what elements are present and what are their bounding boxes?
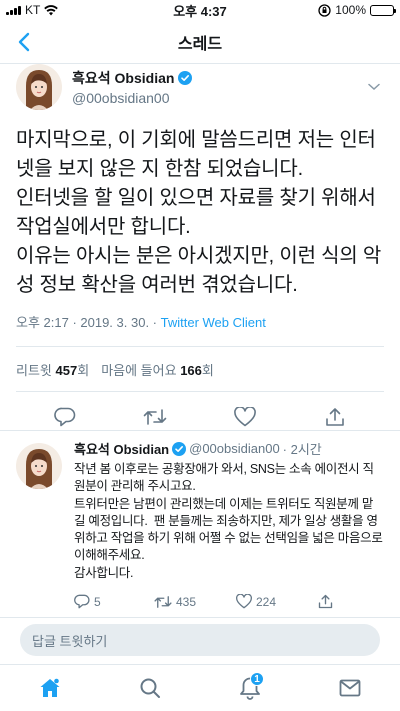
- tweet-stats: 리트윗 457회 마음에 들어요 166회: [0, 347, 400, 391]
- like-count: 224: [256, 594, 277, 609]
- back-button[interactable]: [10, 28, 38, 56]
- reply-reply-button[interactable]: 5: [74, 594, 154, 609]
- navigation-bar: 스레드: [0, 20, 400, 64]
- reply-icon: [54, 407, 76, 427]
- tab-notifications[interactable]: 1: [230, 668, 270, 708]
- page-title: 스레드: [177, 35, 223, 53]
- avatar[interactable]: [16, 64, 62, 110]
- reply-retweet-button[interactable]: 435: [154, 595, 236, 609]
- reply-tweet[interactable]: 흑요석 Obsidian @00obsidian00 · 2시간 작년 봄 이후…: [0, 430, 400, 618]
- tweet-author: 흑요석 Obsidian @00obsidian00: [0, 64, 400, 110]
- retweets-label: 리트윗: [16, 362, 52, 378]
- share-icon: [318, 594, 333, 609]
- retweet-icon: [143, 409, 167, 425]
- verified-badge-icon: [178, 71, 193, 85]
- likes-label: 마음에 들어요: [101, 362, 177, 378]
- username[interactable]: @00obsidian00: [189, 441, 280, 456]
- retweet-count: 435: [176, 594, 197, 609]
- reply-like-button[interactable]: 224: [236, 594, 318, 609]
- tweet-options-button[interactable]: [364, 77, 384, 97]
- timestamp-text: 오후 2:17 · 2019. 3. 30. ·: [16, 315, 161, 330]
- battery-percent: 100%: [335, 3, 366, 17]
- display-name[interactable]: 흑요석 Obsidian: [74, 439, 169, 458]
- retweets-count: 457: [55, 362, 78, 378]
- retweet-icon: [154, 595, 172, 608]
- display-name[interactable]: 흑요석 Obsidian: [72, 68, 174, 88]
- tab-bar: 1: [0, 664, 400, 711]
- reply-time: · 2시간: [282, 442, 322, 457]
- username[interactable]: @00obsidian00: [72, 90, 364, 106]
- signal-icon: [6, 5, 21, 15]
- reply-placeholder: 답글 트윗하기: [32, 633, 108, 649]
- like-button[interactable]: [230, 402, 260, 432]
- chevron-left-icon: [18, 32, 30, 52]
- heart-icon: [234, 407, 256, 427]
- search-icon: [140, 678, 160, 698]
- status-bar: KT 오후 4:37 100%: [0, 0, 400, 20]
- tweet-timestamp: 오후 2:17 · 2019. 3. 30. · Twitter Web Cli…: [0, 314, 400, 332]
- share-icon: [326, 408, 344, 426]
- avatar[interactable]: [16, 443, 62, 489]
- notification-badge: 1: [250, 672, 264, 686]
- home-icon: [40, 678, 60, 697]
- verified-badge-icon: [172, 441, 187, 456]
- wifi-icon: [44, 4, 59, 15]
- tab-home[interactable]: [30, 668, 70, 708]
- likes-count: 166: [180, 362, 202, 378]
- chevron-down-icon: [368, 83, 380, 91]
- share-button[interactable]: [320, 402, 350, 432]
- client-link[interactable]: Twitter Web Client: [161, 315, 266, 330]
- reply-input[interactable]: 답글 트윗하기: [20, 624, 380, 656]
- retweets-stat[interactable]: 리트윗 457회: [16, 360, 89, 379]
- reply-actions: 5 435 224: [74, 594, 384, 609]
- tab-messages[interactable]: [330, 668, 370, 708]
- orientation-lock-icon: [318, 3, 331, 17]
- likes-unit: 회: [201, 362, 214, 378]
- reply-button[interactable]: [50, 402, 80, 432]
- heart-icon: [236, 594, 252, 609]
- reply-header: 흑요석 Obsidian @00obsidian00 · 2시간: [74, 439, 384, 458]
- tab-search[interactable]: [130, 668, 170, 708]
- messages-icon: [339, 679, 361, 697]
- reply-icon: [74, 594, 90, 609]
- main-tweet: 흑요석 Obsidian @00obsidian00 마지막으로, 이 기회에 …: [0, 64, 400, 442]
- retweets-unit: 회: [77, 362, 90, 378]
- likes-stat[interactable]: 마음에 들어요 166회: [101, 360, 214, 379]
- reply-count: 5: [94, 594, 101, 609]
- tweet-text: 마지막으로, 이 기회에 말씀드리면 저는 인터넷을 보지 않은 지 한참 되었…: [16, 129, 382, 296]
- carrier-label: KT: [25, 3, 41, 17]
- reply-share-button[interactable]: [318, 594, 333, 609]
- battery-icon: [370, 4, 396, 16]
- reply-text: 작년 봄 이후로는 공황장애가 와서, SNS는 소속 에이전시 직원분이 관리…: [74, 462, 383, 580]
- retweet-button[interactable]: [140, 402, 170, 432]
